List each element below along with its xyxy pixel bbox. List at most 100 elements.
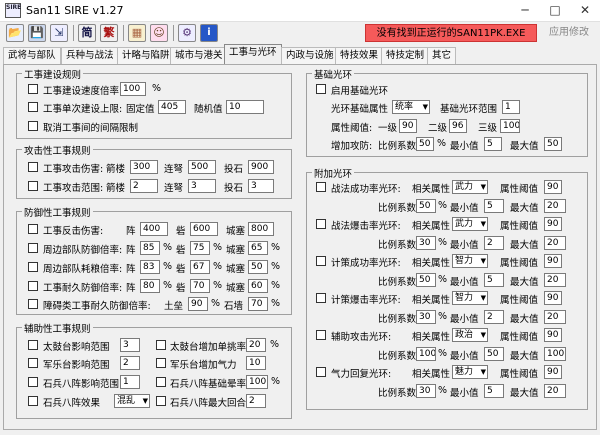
level2-input[interactable]: 96 [449,119,467,133]
scheme-success-ratio-input[interactable]: 50 [416,273,436,287]
junyue-range-input[interactable]: 2 [120,356,140,370]
tab-generals-troops[interactable]: 武将与部队 [3,47,61,64]
tab-works-halos[interactable]: 工事与光环 [224,44,282,65]
shibing-turns-input[interactable]: 2 [246,394,266,408]
jianlou-damage-input[interactable]: 300 [130,160,158,174]
taigu-range-checkbox[interactable] [28,340,38,350]
support-attack-threshold-input[interactable]: 90 [544,328,562,342]
zhen-input[interactable]: 80 [140,279,160,293]
zhai-input[interactable]: 70 [190,279,210,293]
scheme-success-attr-select[interactable]: 智力 ▼ [452,254,488,268]
morale-regen-ratio-input[interactable]: 30 [416,384,436,398]
scheme-crit-ratio-input[interactable]: 30 [416,310,436,324]
shiqiang-input[interactable]: 70 [248,297,268,311]
scheme-success-halo-checkbox[interactable] [316,256,326,266]
tactic-success-max-input[interactable]: 20 [544,199,566,213]
tactic-crit-max-input[interactable]: 20 [544,236,566,250]
min-input[interactable]: 5 [484,137,502,151]
apply-changes-button[interactable]: 应用修改 [541,24,597,42]
fixed-value-input[interactable]: 405 [158,100,186,114]
character-icon[interactable]: ☺ [150,24,168,42]
toushi-damage-input[interactable]: 900 [248,160,274,174]
tactic-success-attr-select[interactable]: 武力 ▼ [452,180,488,194]
tactic-success-min-input[interactable]: 5 [484,199,504,213]
scheme-crit-min-input[interactable]: 2 [484,310,504,324]
morale-regen-min-input[interactable]: 5 [484,384,504,398]
zhai-input[interactable]: 67 [190,260,210,274]
level1-input[interactable]: 90 [399,119,417,133]
tactic-crit-min-input[interactable]: 2 [484,236,504,250]
taigu-duel-input[interactable]: 20 [246,338,266,352]
support-attack-attr-select[interactable]: 政治 ▼ [452,328,488,342]
nearby-food-checkbox[interactable] [28,262,38,272]
traditional-chinese-button[interactable]: 繁 [100,24,118,42]
liannu-damage-input[interactable]: 500 [188,160,216,174]
junyue-range-checkbox[interactable] [28,358,38,368]
zhen-input[interactable]: 400 [140,222,168,236]
export-icon[interactable]: ⇲ [50,24,68,42]
morale-regen-halo-checkbox[interactable] [316,367,326,377]
shibing-effect-checkbox[interactable] [28,396,38,406]
junyue-morale-checkbox[interactable] [156,358,166,368]
support-attack-ratio-input[interactable]: 100 [416,347,436,361]
maximize-icon[interactable]: □ [540,0,570,22]
random-value-input[interactable]: 10 [226,100,264,114]
save-icon[interactable]: 💾 [28,24,46,42]
tactic-crit-threshold-input[interactable]: 90 [544,217,562,231]
morale-regen-max-input[interactable]: 20 [544,384,566,398]
scheme-success-max-input[interactable]: 20 [544,273,566,287]
tab-cities-ports[interactable]: 城市与港关 [170,47,228,64]
support-attack-halo-checkbox[interactable] [316,330,326,340]
tab-internal-facilities[interactable]: 内政与设施 [281,47,339,64]
scheme-success-threshold-input[interactable]: 90 [544,254,562,268]
morale-regen-attr-select[interactable]: 魅力 ▼ [452,365,488,379]
cancel-interval-checkbox[interactable] [28,121,38,131]
zhai-input[interactable]: 600 [190,222,218,236]
tactic-success-threshold-input[interactable]: 90 [544,180,562,194]
chengsai-input[interactable]: 800 [248,222,274,236]
calculator-icon[interactable]: ▦ [128,24,146,42]
scheme-crit-attr-select[interactable]: 智力 ▼ [452,291,488,305]
minimize-icon[interactable]: ─ [510,0,540,22]
tactic-success-ratio-input[interactable]: 50 [416,199,436,213]
close-icon[interactable]: ✕ [570,0,600,22]
scheme-crit-halo-checkbox[interactable] [316,293,326,303]
scheme-success-min-input[interactable]: 5 [484,273,504,287]
jianlou-range-input[interactable]: 2 [130,179,158,193]
durability-defense-checkbox[interactable] [28,281,38,291]
tactic-crit-ratio-input[interactable]: 30 [416,236,436,250]
support-attack-min-input[interactable]: 50 [484,347,504,361]
barrier-durability-checkbox[interactable] [28,299,38,309]
open-file-icon[interactable]: 📂 [6,24,24,42]
shibing-stun-input[interactable]: 100 [246,375,268,389]
attack-range-checkbox[interactable] [28,181,38,191]
scheme-crit-threshold-input[interactable]: 90 [544,291,562,305]
junyue-morale-input[interactable]: 10 [246,356,266,370]
taigu-range-input[interactable]: 3 [120,338,140,352]
tactic-crit-halo-checkbox[interactable] [316,219,326,229]
chengsai-input[interactable]: 65 [248,241,268,255]
simplified-chinese-button[interactable]: 简 [78,24,96,42]
build-speed-input[interactable]: 100 [120,82,146,96]
morale-regen-threshold-input[interactable]: 90 [544,365,562,379]
zhai-input[interactable]: 75 [190,241,210,255]
info-icon[interactable]: i [200,24,218,42]
toushi-range-input[interactable]: 3 [248,179,274,193]
zhen-input[interactable]: 85 [140,241,160,255]
tab-other[interactable]: 其它 [427,47,457,64]
liannu-range-input[interactable]: 3 [188,179,216,193]
halo-range-input[interactable]: 1 [502,100,520,114]
halo-attr-select[interactable]: 统率 ▼ [392,100,430,114]
chengsai-input[interactable]: 50 [248,260,268,274]
taigu-duel-checkbox[interactable] [156,340,166,350]
tab-units-tactics[interactable]: 兵种与战法 [61,47,119,64]
counter-damage-checkbox[interactable] [28,224,38,234]
shibing-turns-checkbox[interactable] [156,396,166,406]
shibing-range-input[interactable]: 1 [120,375,140,389]
max-input[interactable]: 50 [544,137,562,151]
level3-input[interactable]: 100 [500,119,520,133]
tuleng-input[interactable]: 90 [188,297,208,311]
zhen-input[interactable]: 83 [140,260,160,274]
attack-damage-checkbox[interactable] [28,162,38,172]
build-limit-checkbox[interactable] [28,102,38,112]
